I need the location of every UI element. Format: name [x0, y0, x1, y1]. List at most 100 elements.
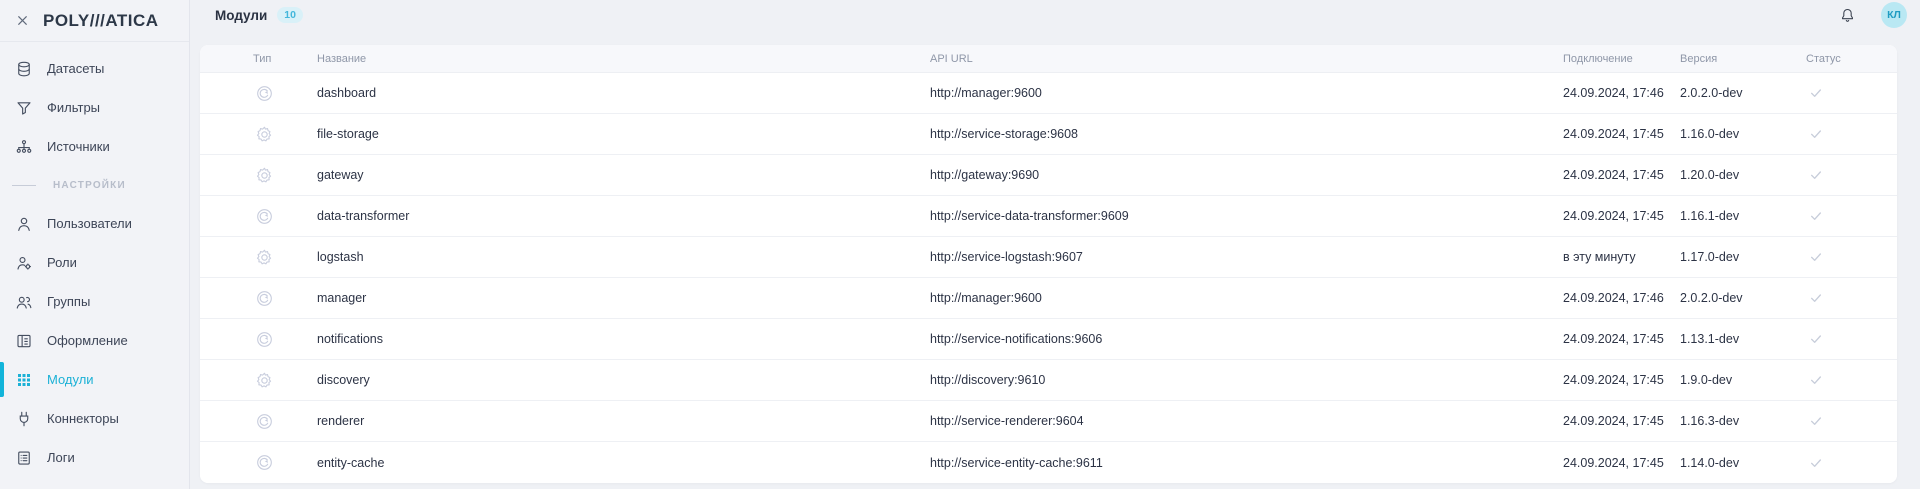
module-connection-time: 24.09.2024, 17:45 — [1563, 127, 1680, 141]
status-check-icon — [1806, 290, 1897, 306]
module-connection-time: 24.09.2024, 17:46 — [1563, 86, 1680, 100]
module-version: 1.17.0-dev — [1680, 250, 1806, 264]
module-type-cell — [200, 452, 317, 474]
sidebar-nav: Датасеты Фильтры Источники НАСТРОЙКИ Пол… — [0, 42, 189, 477]
main-content: Модули 10 КЛ Тип Название API URL Подклю… — [190, 0, 1920, 489]
sidebar-header: POLY///ATICA — [0, 0, 189, 42]
table-row[interactable]: logstash http://service-logstash:9607 в … — [200, 237, 1897, 278]
module-type-cell — [200, 328, 317, 350]
table-row[interactable]: file-storage http://service-storage:9608… — [200, 114, 1897, 155]
module-core-icon — [253, 452, 275, 474]
section-label: НАСТРОЙКИ — [53, 180, 126, 191]
sidebar-item-connectors[interactable]: Коннекторы — [0, 399, 189, 438]
module-connection-time: в эту минуту — [1563, 250, 1680, 264]
module-core-icon — [253, 287, 275, 309]
sidebar-item-roles[interactable]: Роли — [0, 243, 189, 282]
status-check-icon — [1806, 208, 1897, 224]
sidebar-item-label: Пользователи — [47, 216, 132, 231]
module-gear-icon — [253, 246, 275, 268]
sidebar-item-modules[interactable]: Модули — [0, 360, 189, 399]
sidebar-item-groups[interactable]: Группы — [0, 282, 189, 321]
table-row[interactable]: notifications http://service-notificatio… — [200, 319, 1897, 360]
status-check-icon — [1806, 249, 1897, 265]
sidebar-item-label: Источники — [47, 139, 110, 154]
status-check-icon — [1806, 372, 1897, 388]
logs-icon — [14, 448, 34, 468]
sidebar-item-label: Фильтры — [47, 100, 100, 115]
module-name: file-storage — [317, 127, 930, 141]
status-check-icon — [1806, 455, 1897, 471]
sidebar-item-datasets[interactable]: Датасеты — [0, 49, 189, 88]
appearance-icon — [14, 331, 34, 351]
connector-icon — [14, 409, 34, 429]
module-version: 1.16.0-dev — [1680, 127, 1806, 141]
user-avatar[interactable]: КЛ — [1881, 2, 1907, 28]
modules-count-badge: 10 — [277, 7, 303, 23]
sidebar-item-sources[interactable]: Источники — [0, 127, 189, 166]
module-core-icon — [253, 328, 275, 350]
status-check-icon — [1806, 413, 1897, 429]
module-connection-time: 24.09.2024, 17:45 — [1563, 456, 1680, 470]
table-row[interactable]: entity-cache http://service-entity-cache… — [200, 442, 1897, 483]
module-name: logstash — [317, 250, 930, 264]
module-name: discovery — [317, 373, 930, 387]
sidebar-item-appearance[interactable]: Оформление — [0, 321, 189, 360]
module-api-url: http://service-entity-cache:9611 — [930, 456, 1563, 470]
filter-icon — [14, 98, 34, 118]
app-logo: POLY///ATICA — [43, 11, 159, 31]
notifications-bell-icon[interactable] — [1835, 3, 1859, 27]
sidebar-item-label: Датасеты — [47, 61, 104, 76]
module-name: notifications — [317, 332, 930, 346]
module-gear-icon — [253, 123, 275, 145]
groups-icon — [14, 292, 34, 312]
sidebar-item-filters[interactable]: Фильтры — [0, 88, 189, 127]
module-connection-time: 24.09.2024, 17:45 — [1563, 373, 1680, 387]
sidebar-item-users[interactable]: Пользователи — [0, 204, 189, 243]
module-core-icon — [253, 205, 275, 227]
sidebar-section-settings: НАСТРОЙКИ — [0, 166, 189, 204]
module-name: gateway — [317, 168, 930, 182]
role-icon — [14, 253, 34, 273]
modules-icon — [14, 370, 34, 390]
sidebar-item-logs[interactable]: Логи — [0, 438, 189, 477]
table-row[interactable]: dashboard http://manager:9600 24.09.2024… — [200, 73, 1897, 114]
module-type-cell — [200, 246, 317, 268]
module-type-cell — [200, 287, 317, 309]
column-header-name: Название — [317, 53, 930, 65]
module-gear-icon — [253, 164, 275, 186]
status-check-icon — [1806, 126, 1897, 142]
module-version: 2.0.2.0-dev — [1680, 86, 1806, 100]
column-header-status: Статус — [1806, 53, 1897, 65]
user-icon — [14, 214, 34, 234]
module-name: renderer — [317, 414, 930, 428]
table-row[interactable]: discovery http://discovery:9610 24.09.20… — [200, 360, 1897, 401]
database-icon — [14, 59, 34, 79]
module-version: 1.14.0-dev — [1680, 456, 1806, 470]
sidebar-item-label: Модули — [47, 372, 94, 387]
status-check-icon — [1806, 167, 1897, 183]
module-version: 1.16.1-dev — [1680, 209, 1806, 223]
module-api-url: http://service-renderer:9604 — [930, 414, 1563, 428]
modules-table-card: Тип Название API URL Подключение Версия … — [200, 45, 1897, 483]
close-sidebar-icon[interactable] — [8, 7, 36, 35]
module-type-cell — [200, 205, 317, 227]
column-header-connection: Подключение — [1563, 53, 1680, 65]
table-row[interactable]: data-transformer http://service-data-tra… — [200, 196, 1897, 237]
module-api-url: http://manager:9600 — [930, 86, 1563, 100]
sidebar-item-label: Группы — [47, 294, 90, 309]
module-gear-icon — [253, 369, 275, 391]
table-row[interactable]: manager http://manager:9600 24.09.2024, … — [200, 278, 1897, 319]
module-connection-time: 24.09.2024, 17:45 — [1563, 332, 1680, 346]
table-row[interactable]: renderer http://service-renderer:9604 24… — [200, 401, 1897, 442]
table-row[interactable]: gateway http://gateway:9690 24.09.2024, … — [200, 155, 1897, 196]
column-header-version: Версия — [1680, 53, 1806, 65]
module-version: 2.0.2.0-dev — [1680, 291, 1806, 305]
module-type-cell — [200, 410, 317, 432]
module-version: 1.20.0-dev — [1680, 168, 1806, 182]
table-body: dashboard http://manager:9600 24.09.2024… — [200, 73, 1897, 483]
sidebar: POLY///ATICA Датасеты Фильтры Источники … — [0, 0, 190, 489]
module-connection-time: 24.09.2024, 17:45 — [1563, 168, 1680, 182]
sidebar-item-label: Логи — [47, 450, 75, 465]
status-check-icon — [1806, 331, 1897, 347]
module-api-url: http://service-logstash:9607 — [930, 250, 1563, 264]
